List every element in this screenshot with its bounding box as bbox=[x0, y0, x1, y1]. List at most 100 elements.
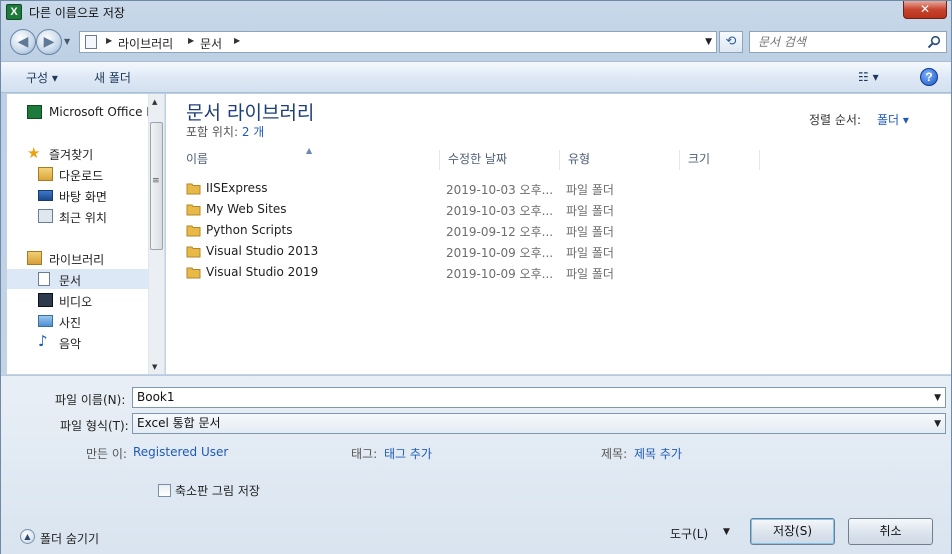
scrollbar-thumb[interactable] bbox=[150, 122, 163, 250]
folder-icon bbox=[186, 246, 201, 258]
file-date: 2019-09-12 오후... bbox=[446, 225, 554, 239]
nav-item-libraries[interactable]: 라이브러리 bbox=[7, 248, 149, 268]
breadcrumb-separator-icon[interactable]: ▶ bbox=[106, 36, 112, 45]
nav-item-label: 즐겨찾기 bbox=[49, 148, 94, 162]
includes-locations-link[interactable]: 2 개 bbox=[242, 125, 265, 139]
nav-item-music[interactable]: ♪ 음악 bbox=[7, 332, 149, 352]
address-location-icon bbox=[85, 35, 97, 49]
file-date: 2019-10-09 오후... bbox=[446, 246, 554, 260]
tags-field[interactable]: 태그 추가 bbox=[384, 445, 432, 462]
tools-dropdown-icon[interactable]: ▼ bbox=[723, 527, 730, 537]
file-name: Python Scripts bbox=[206, 223, 293, 237]
file-row[interactable]: Visual Studio 2019 2019-10-09 오후... 파일 폴… bbox=[166, 262, 951, 283]
address-bar[interactable]: ▶ 라이브러리 ▶ 문서 ▶ ▼ bbox=[79, 31, 717, 53]
file-name: Visual Studio 2013 bbox=[206, 244, 319, 258]
nav-item-recent-places[interactable]: 최근 위치 bbox=[7, 206, 149, 226]
file-date: 2019-10-09 오후... bbox=[446, 267, 554, 281]
scroll-up-icon[interactable]: ▲ bbox=[152, 98, 157, 106]
arrange-by-label: 정렬 순서: bbox=[809, 113, 862, 127]
library-title: 문서 라이브러리 bbox=[186, 102, 315, 124]
filename-value: Book1 bbox=[137, 390, 175, 404]
file-name: IISExpress bbox=[206, 181, 268, 195]
star-icon: ★ bbox=[27, 144, 41, 162]
file-row[interactable]: IISExpress 2019-10-03 오후... 파일 폴더 bbox=[166, 178, 951, 199]
command-toolbar: 구성 ▾ 새 폴더 ☷ ▾ ? bbox=[1, 61, 951, 93]
author-field[interactable]: Registered User bbox=[133, 445, 228, 459]
library-includes: 포함 위치: 2 개 bbox=[186, 123, 264, 140]
title-bar[interactable]: X 다른 이름으로 저장 ✕ bbox=[1, 1, 951, 23]
breadcrumb-documents[interactable]: 문서 bbox=[200, 35, 222, 52]
refresh-icon: ⟲ bbox=[725, 34, 737, 49]
nav-item-excel[interactable]: Microsoft Office Excel bbox=[7, 102, 164, 122]
nav-item-label: 음악 bbox=[59, 337, 82, 351]
breadcrumb-separator-icon[interactable]: ▶ bbox=[234, 36, 240, 45]
filetype-select[interactable]: Excel 통합 문서 ▼ bbox=[132, 413, 946, 434]
save-as-dialog: X 다른 이름으로 저장 ✕ ◀ ▶ ▼ ▶ 라이브러리 ▶ 문서 ▶ ▼ ⟲ … bbox=[0, 0, 952, 554]
folder-icon bbox=[186, 204, 201, 216]
organize-button[interactable]: 구성 ▾ bbox=[26, 69, 58, 86]
file-name: My Web Sites bbox=[206, 202, 287, 216]
title-field[interactable]: 제목 추가 bbox=[634, 445, 682, 462]
save-thumbnail-label[interactable]: 축소판 그림 저장 bbox=[175, 482, 260, 499]
chevron-down-icon[interactable]: ▼ bbox=[934, 389, 941, 408]
folder-icon bbox=[186, 267, 201, 279]
arrange-by-dropdown[interactable]: 폴더 ▾ bbox=[877, 111, 909, 128]
breadcrumb-separator-icon[interactable]: ▶ bbox=[188, 36, 194, 45]
arrow-left-icon: ◀ bbox=[17, 34, 29, 50]
chevron-up-icon[interactable]: ▲ bbox=[20, 529, 35, 544]
includes-label: 포함 위치: bbox=[186, 125, 239, 139]
nav-item-favorites[interactable]: ★ 즐겨찾기 bbox=[7, 143, 149, 163]
save-form: 파일 이름(N): Book1 ▼ 파일 형식(T): Excel 통합 문서 … bbox=[1, 375, 951, 554]
new-folder-button[interactable]: 새 폴더 bbox=[94, 69, 131, 86]
back-button[interactable]: ◀ bbox=[10, 29, 36, 55]
filename-input[interactable]: Book1 ▼ bbox=[132, 387, 946, 408]
file-row[interactable]: Python Scripts 2019-09-12 오후... 파일 폴더 bbox=[166, 220, 951, 241]
library-icon bbox=[27, 251, 42, 265]
nav-item-label: 바탕 화면 bbox=[59, 190, 107, 204]
download-icon bbox=[38, 167, 53, 181]
save-button[interactable]: 저장(S) bbox=[750, 518, 835, 545]
recent-pages-dropdown[interactable]: ▼ bbox=[64, 37, 70, 46]
hide-folders-button[interactable]: 폴더 숨기기 bbox=[40, 530, 99, 547]
nav-item-label: 최근 위치 bbox=[59, 211, 107, 225]
excel-app-icon: X bbox=[6, 4, 22, 20]
refresh-button[interactable]: ⟲ bbox=[719, 31, 743, 53]
save-thumbnail-checkbox[interactable] bbox=[158, 484, 171, 497]
search-icon[interactable] bbox=[927, 35, 941, 49]
file-row[interactable]: Visual Studio 2013 2019-10-09 오후... 파일 폴… bbox=[166, 241, 951, 262]
scroll-down-icon[interactable]: ▼ bbox=[152, 363, 157, 371]
nav-item-desktop[interactable]: 바탕 화면 bbox=[7, 185, 149, 205]
breadcrumb-libraries[interactable]: 라이브러리 bbox=[118, 35, 173, 52]
forward-button[interactable]: ▶ bbox=[36, 29, 62, 55]
help-icon[interactable]: ? bbox=[920, 68, 938, 86]
file-row[interactable]: My Web Sites 2019-10-03 오후... 파일 폴더 bbox=[166, 199, 951, 220]
file-type: 파일 폴더 bbox=[566, 267, 614, 281]
nav-item-pictures[interactable]: 사진 bbox=[7, 311, 149, 331]
desktop-icon bbox=[38, 190, 53, 201]
title-label: 제목: bbox=[601, 447, 628, 461]
chevron-down-icon[interactable]: ▼ bbox=[934, 415, 941, 434]
file-list-pane: 문서 라이브러리 포함 위치: 2 개 정렬 순서: 폴더 ▾ ▲ 이름 수정한… bbox=[166, 94, 951, 374]
change-view-button[interactable]: ☷ ▾ bbox=[858, 70, 879, 84]
cancel-button[interactable]: 취소 bbox=[848, 518, 933, 545]
music-icon: ♪ bbox=[38, 332, 48, 350]
author-label: 만든 이: bbox=[86, 447, 127, 461]
nav-pane-scrollbar[interactable]: ▲ ≡ ▼ bbox=[148, 94, 164, 374]
nav-item-videos[interactable]: 비디오 bbox=[7, 290, 149, 310]
nav-item-downloads[interactable]: 다운로드 bbox=[7, 164, 149, 184]
search-input[interactable] bbox=[750, 32, 920, 52]
nav-item-documents[interactable]: 문서 bbox=[7, 269, 149, 289]
column-header-name[interactable]: 이름 bbox=[178, 150, 440, 170]
folder-icon bbox=[186, 225, 201, 237]
tools-button[interactable]: 도구(L) bbox=[670, 525, 708, 542]
column-header-type[interactable]: 유형 bbox=[560, 150, 680, 170]
address-dropdown-icon[interactable]: ▼ bbox=[705, 37, 712, 47]
column-header-size[interactable]: 크기 bbox=[680, 150, 760, 170]
search-box[interactable] bbox=[749, 31, 947, 53]
close-button[interactable]: ✕ bbox=[903, 1, 947, 19]
column-header-date[interactable]: 수정한 날짜 bbox=[440, 150, 560, 170]
filetype-value: Excel 통합 문서 bbox=[137, 416, 221, 430]
filetype-label: 파일 형식(T): bbox=[60, 419, 129, 433]
file-type: 파일 폴더 bbox=[566, 225, 614, 239]
file-name: Visual Studio 2019 bbox=[206, 265, 319, 279]
